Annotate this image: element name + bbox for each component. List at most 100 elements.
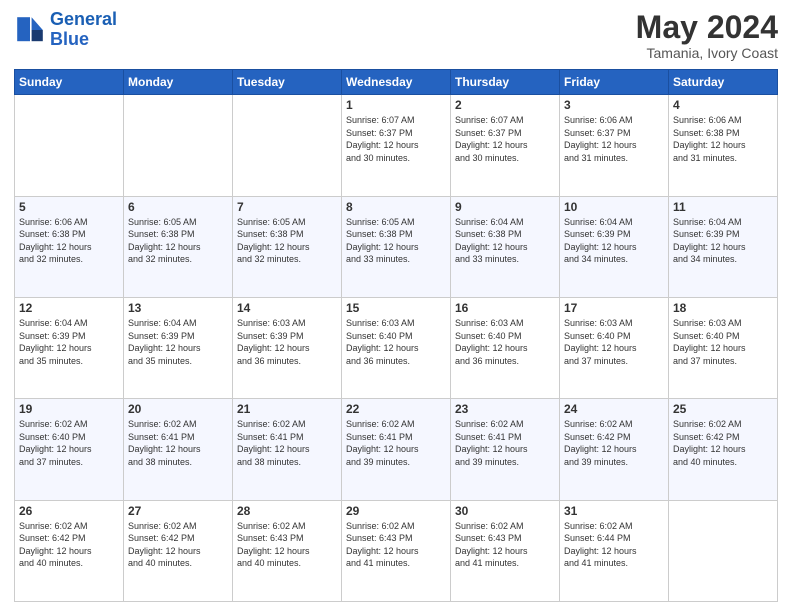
- week-row-3: 19 Sunrise: 6:02 AM Sunset: 6:40 PM Dayli…: [15, 399, 778, 500]
- day-number: 11: [673, 200, 773, 214]
- weekday-header-row: SundayMondayTuesdayWednesdayThursdayFrid…: [15, 70, 778, 95]
- day-number: 16: [455, 301, 555, 315]
- day-number: 8: [346, 200, 446, 214]
- calendar-cell: 26 Sunrise: 6:02 AM Sunset: 6:42 PM Dayli…: [15, 500, 124, 601]
- day-number: 4: [673, 98, 773, 112]
- logo-icon: [14, 14, 46, 46]
- week-row-4: 26 Sunrise: 6:02 AM Sunset: 6:42 PM Dayli…: [15, 500, 778, 601]
- calendar-cell: 24 Sunrise: 6:02 AM Sunset: 6:42 PM Dayli…: [560, 399, 669, 500]
- day-info: Sunrise: 6:04 AM Sunset: 6:39 PM Dayligh…: [564, 216, 664, 266]
- day-info: Sunrise: 6:03 AM Sunset: 6:40 PM Dayligh…: [455, 317, 555, 367]
- day-info: Sunrise: 6:02 AM Sunset: 6:41 PM Dayligh…: [237, 418, 337, 468]
- day-info: Sunrise: 6:02 AM Sunset: 6:40 PM Dayligh…: [19, 418, 119, 468]
- day-number: 6: [128, 200, 228, 214]
- day-number: 2: [455, 98, 555, 112]
- day-info: Sunrise: 6:03 AM Sunset: 6:39 PM Dayligh…: [237, 317, 337, 367]
- calendar-cell: 15 Sunrise: 6:03 AM Sunset: 6:40 PM Dayli…: [342, 297, 451, 398]
- day-number: 26: [19, 504, 119, 518]
- main-title: May 2024: [636, 10, 778, 45]
- weekday-header-tuesday: Tuesday: [233, 70, 342, 95]
- subtitle: Tamania, Ivory Coast: [636, 45, 778, 61]
- day-number: 27: [128, 504, 228, 518]
- day-info: Sunrise: 6:02 AM Sunset: 6:41 PM Dayligh…: [455, 418, 555, 468]
- day-info: Sunrise: 6:02 AM Sunset: 6:43 PM Dayligh…: [237, 520, 337, 570]
- weekday-header-saturday: Saturday: [669, 70, 778, 95]
- day-info: Sunrise: 6:02 AM Sunset: 6:41 PM Dayligh…: [128, 418, 228, 468]
- weekday-header-friday: Friday: [560, 70, 669, 95]
- day-number: 24: [564, 402, 664, 416]
- day-number: 10: [564, 200, 664, 214]
- calendar-cell: 14 Sunrise: 6:03 AM Sunset: 6:39 PM Dayli…: [233, 297, 342, 398]
- calendar-cell: 27Sunrise: 6:02 AM Sunset: 6:42 PM Dayli…: [124, 500, 233, 601]
- day-info: Sunrise: 6:06 AM Sunset: 6:38 PM Dayligh…: [19, 216, 119, 266]
- day-number: 13: [128, 301, 228, 315]
- day-info: Sunrise: 6:02 AM Sunset: 6:43 PM Dayligh…: [455, 520, 555, 570]
- day-number: 22: [346, 402, 446, 416]
- calendar-cell: 13 Sunrise: 6:04 AM Sunset: 6:39 PM Dayli…: [124, 297, 233, 398]
- weekday-header-monday: Monday: [124, 70, 233, 95]
- calendar-cell: 21Sunrise: 6:02 AM Sunset: 6:41 PM Dayli…: [233, 399, 342, 500]
- calendar-table: SundayMondayTuesdayWednesdayThursdayFrid…: [14, 69, 778, 602]
- calendar-cell: [15, 95, 124, 196]
- calendar-cell: 22 Sunrise: 6:02 AM Sunset: 6:41 PM Dayli…: [342, 399, 451, 500]
- day-number: 9: [455, 200, 555, 214]
- calendar-cell: 6 Sunrise: 6:05 AM Sunset: 6:38 PM Daylig…: [124, 196, 233, 297]
- calendar-cell: 23 Sunrise: 6:02 AM Sunset: 6:41 PM Dayli…: [451, 399, 560, 500]
- day-number: 3: [564, 98, 664, 112]
- day-number: 12: [19, 301, 119, 315]
- day-info: Sunrise: 6:03 AM Sunset: 6:40 PM Dayligh…: [346, 317, 446, 367]
- day-info: Sunrise: 6:04 AM Sunset: 6:39 PM Dayligh…: [19, 317, 119, 367]
- day-info: Sunrise: 6:02 AM Sunset: 6:42 PM Dayligh…: [19, 520, 119, 570]
- calendar-cell: 29Sunrise: 6:02 AM Sunset: 6:43 PM Dayli…: [342, 500, 451, 601]
- day-number: 17: [564, 301, 664, 315]
- day-info: Sunrise: 6:05 AM Sunset: 6:38 PM Dayligh…: [128, 216, 228, 266]
- day-info: Sunrise: 6:03 AM Sunset: 6:40 PM Dayligh…: [564, 317, 664, 367]
- calendar-cell: 3 Sunrise: 6:06 AM Sunset: 6:37 PM Daylig…: [560, 95, 669, 196]
- day-info: Sunrise: 6:04 AM Sunset: 6:39 PM Dayligh…: [673, 216, 773, 266]
- calendar-cell: 9 Sunrise: 6:04 AM Sunset: 6:38 PM Daylig…: [451, 196, 560, 297]
- day-info: Sunrise: 6:05 AM Sunset: 6:38 PM Dayligh…: [346, 216, 446, 266]
- calendar-cell: 17 Sunrise: 6:03 AM Sunset: 6:40 PM Dayli…: [560, 297, 669, 398]
- day-info: Sunrise: 6:02 AM Sunset: 6:41 PM Dayligh…: [346, 418, 446, 468]
- calendar-cell: [233, 95, 342, 196]
- day-number: 28: [237, 504, 337, 518]
- calendar-cell: 7 Sunrise: 6:05 AM Sunset: 6:38 PM Daylig…: [233, 196, 342, 297]
- day-number: 15: [346, 301, 446, 315]
- day-number: 1: [346, 98, 446, 112]
- day-info: Sunrise: 6:02 AM Sunset: 6:44 PM Dayligh…: [564, 520, 664, 570]
- day-number: 25: [673, 402, 773, 416]
- day-info: Sunrise: 6:04 AM Sunset: 6:38 PM Dayligh…: [455, 216, 555, 266]
- day-number: 30: [455, 504, 555, 518]
- calendar-cell: 8 Sunrise: 6:05 AM Sunset: 6:38 PM Daylig…: [342, 196, 451, 297]
- day-info: Sunrise: 6:02 AM Sunset: 6:42 PM Dayligh…: [673, 418, 773, 468]
- calendar-cell: 2Sunrise: 6:07 AM Sunset: 6:37 PM Daylig…: [451, 95, 560, 196]
- weekday-header-sunday: Sunday: [15, 70, 124, 95]
- calendar-cell: 18 Sunrise: 6:03 AM Sunset: 6:40 PM Dayli…: [669, 297, 778, 398]
- calendar-cell: 11 Sunrise: 6:04 AM Sunset: 6:39 PM Dayli…: [669, 196, 778, 297]
- day-number: 7: [237, 200, 337, 214]
- logo-blue: Blue: [50, 29, 89, 49]
- calendar-cell: 30 Sunrise: 6:02 AM Sunset: 6:43 PM Dayli…: [451, 500, 560, 601]
- day-info: Sunrise: 6:05 AM Sunset: 6:38 PM Dayligh…: [237, 216, 337, 266]
- logo-general: General: [50, 9, 117, 29]
- day-number: 19: [19, 402, 119, 416]
- calendar-cell: 19 Sunrise: 6:02 AM Sunset: 6:40 PM Dayli…: [15, 399, 124, 500]
- day-number: 5: [19, 200, 119, 214]
- day-number: 23: [455, 402, 555, 416]
- day-number: 14: [237, 301, 337, 315]
- day-info: Sunrise: 6:06 AM Sunset: 6:38 PM Dayligh…: [673, 114, 773, 164]
- calendar-cell: 25 Sunrise: 6:02 AM Sunset: 6:42 PM Dayli…: [669, 399, 778, 500]
- calendar-cell: 5 Sunrise: 6:06 AM Sunset: 6:38 PM Daylig…: [15, 196, 124, 297]
- day-info: Sunrise: 6:02 AM Sunset: 6:43 PM Dayligh…: [346, 520, 446, 570]
- day-info: Sunrise: 6:06 AM Sunset: 6:37 PM Dayligh…: [564, 114, 664, 164]
- calendar-cell: 20Sunrise: 6:02 AM Sunset: 6:41 PM Dayli…: [124, 399, 233, 500]
- day-info: Sunrise: 6:02 AM Sunset: 6:42 PM Dayligh…: [564, 418, 664, 468]
- day-number: 18: [673, 301, 773, 315]
- week-row-0: 1 Sunrise: 6:07 AM Sunset: 6:37 PM Daylig…: [15, 95, 778, 196]
- calendar-cell: 4 Sunrise: 6:06 AM Sunset: 6:38 PM Daylig…: [669, 95, 778, 196]
- day-info: Sunrise: 6:03 AM Sunset: 6:40 PM Dayligh…: [673, 317, 773, 367]
- weekday-header-wednesday: Wednesday: [342, 70, 451, 95]
- day-info: Sunrise: 6:07 AM Sunset: 6:37 PM Dayligh…: [346, 114, 446, 164]
- day-info: Sunrise: 6:04 AM Sunset: 6:39 PM Dayligh…: [128, 317, 228, 367]
- calendar-cell: [669, 500, 778, 601]
